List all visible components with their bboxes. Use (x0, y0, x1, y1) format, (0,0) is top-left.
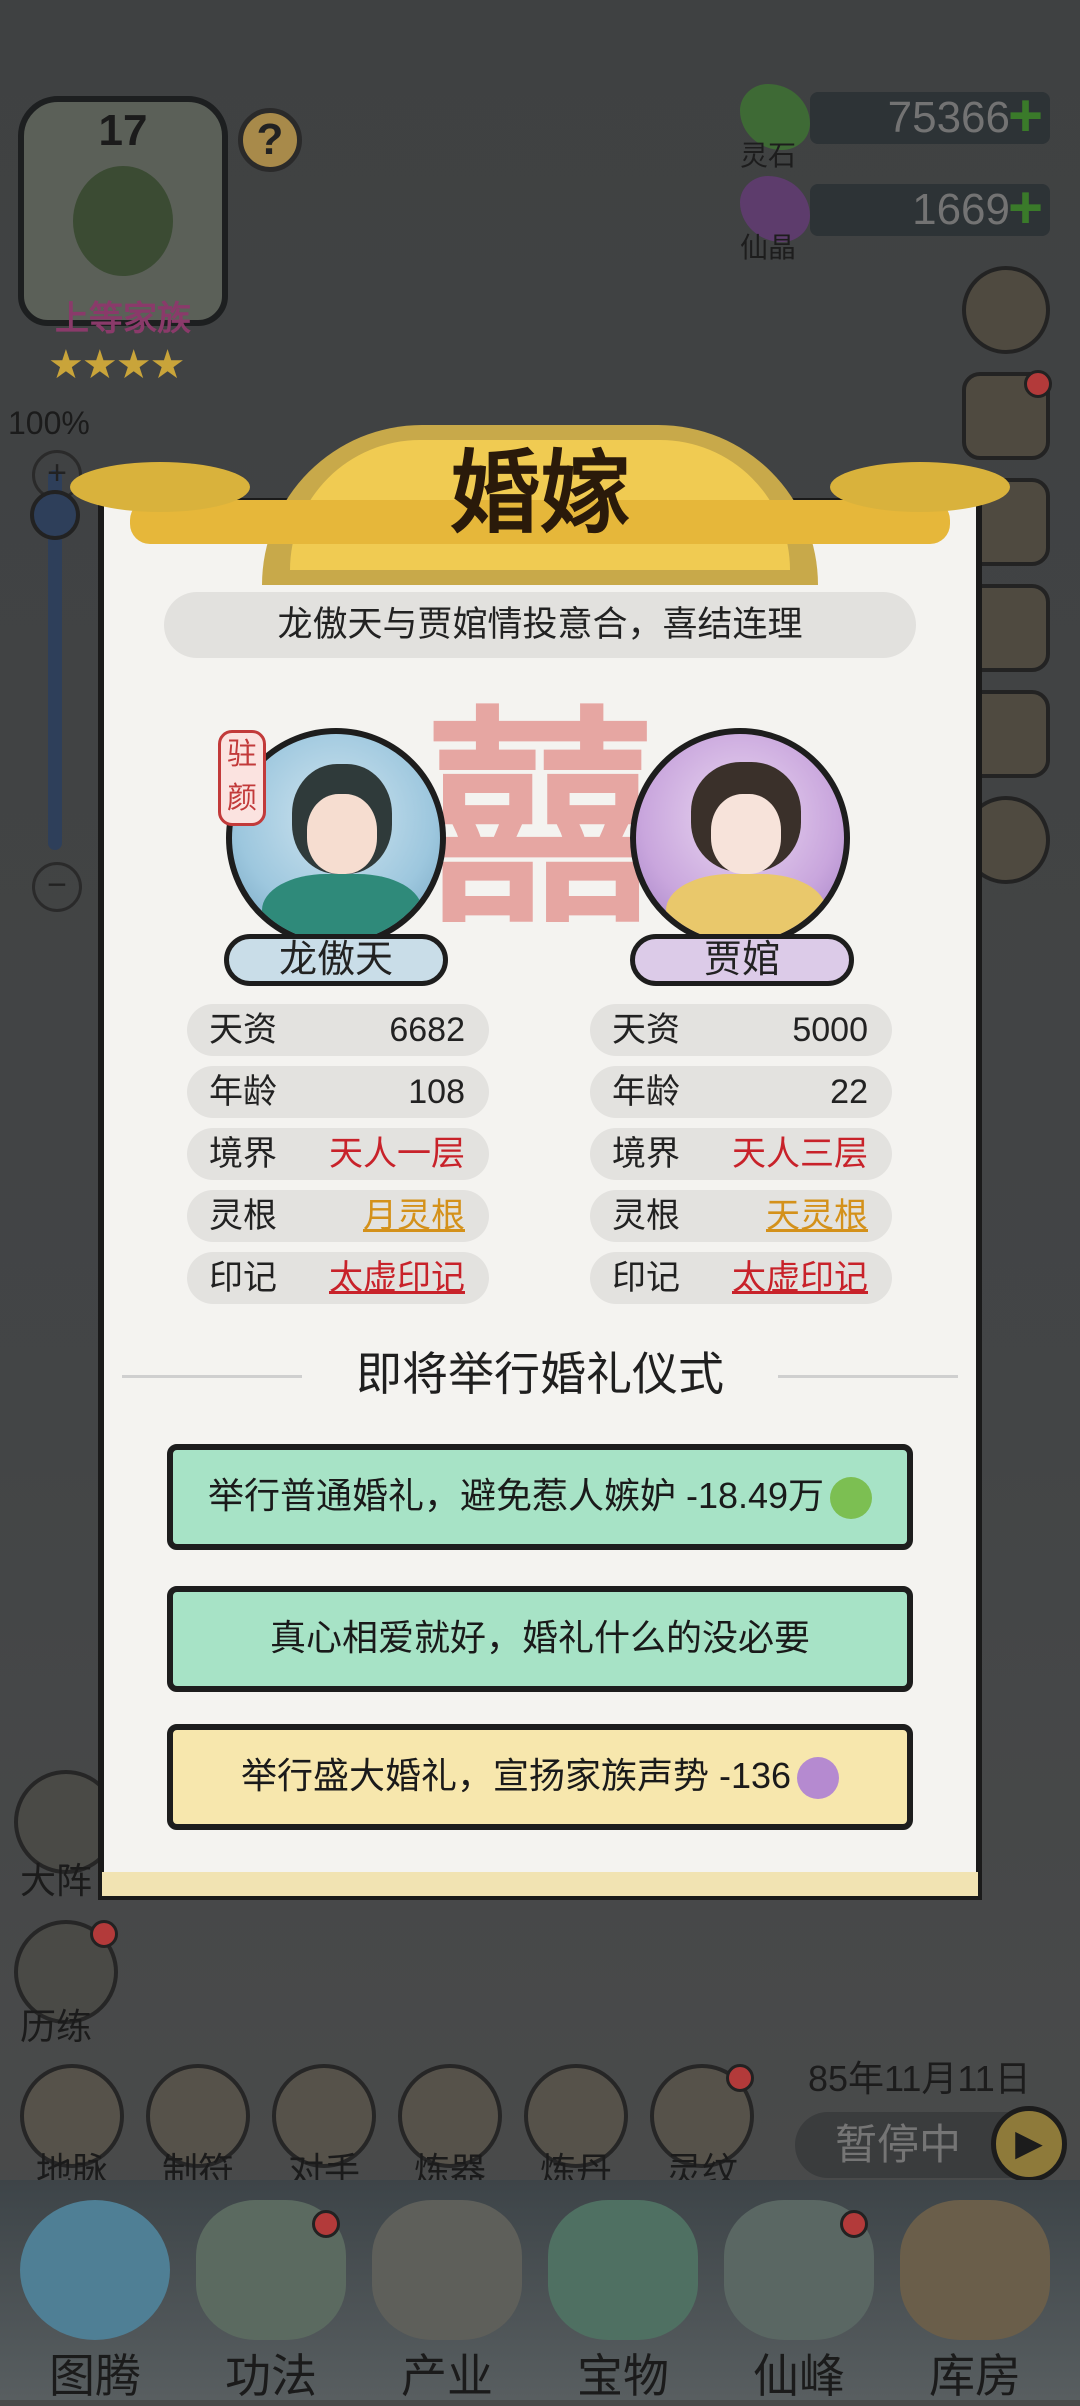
scroll-icon[interactable] (962, 370, 1052, 460)
zoom-out-button[interactable]: − (32, 862, 82, 912)
bride-stat-mark: 印记 太虚印记 (590, 1252, 892, 1304)
notification-dot (312, 2210, 340, 2238)
bride-stat-root: 灵根 天灵根 (590, 1190, 892, 1242)
resource-spirit-stone: 75366 灵石 + (740, 84, 1070, 171)
bride-portrait[interactable] (630, 728, 850, 948)
stat-value: 22 (830, 1073, 868, 1111)
trial-label: 历练 (20, 2006, 93, 2047)
dialog-footer-strip (102, 1872, 978, 1896)
dialog-subtitle: 龙傲天与贾婠情投意合，喜结连理 (277, 605, 803, 644)
bride-stat-realm: 境界 天人三层 (590, 1128, 892, 1180)
stat-key: 灵根 (612, 1197, 680, 1235)
stat-key: 灵根 (209, 1197, 277, 1235)
groom-stat-age: 年龄 108 (187, 1066, 489, 1118)
option-label: 举行盛大婚礼，宣扬家族声势 -136 (240, 1755, 792, 1796)
cloud-ornament-right (830, 462, 1010, 512)
resource-value: 75366 (887, 93, 1010, 142)
option-label: 真心相爱就好，婚礼什么的没必要 (269, 1617, 810, 1658)
grand-wedding-button[interactable]: 举行盛大婚礼，宣扬家族声势 -136 (167, 1724, 913, 1830)
stat-value: 5000 (792, 1011, 868, 1049)
stat-key: 印记 (612, 1259, 680, 1297)
dock-tab-industry[interactable]: 产业 (367, 2340, 527, 2406)
dock-tab-peak[interactable]: 仙峰 (719, 2340, 879, 2406)
stat-value: 6682 (389, 1011, 465, 1049)
spirit-stone-icon (830, 1477, 873, 1520)
settings-gear-icon[interactable] (962, 266, 1050, 354)
pause-label: 暂停中 (835, 2121, 962, 2168)
bride-stat-aptitude: 天资 5000 (590, 1004, 892, 1056)
bride-stat-age: 年龄 22 (590, 1066, 892, 1118)
spirit-root-link[interactable]: 月灵根 (363, 1190, 465, 1242)
face-shape (711, 794, 781, 874)
groom-stat-root: 灵根 月灵根 (187, 1190, 489, 1242)
array-label: 大阵 (20, 1860, 93, 1901)
stat-key: 年龄 (612, 1073, 680, 1111)
dock-tab-treasure[interactable]: 宝物 (543, 2340, 703, 2406)
skip-wedding-button[interactable]: 真心相爱就好，婚礼什么的没必要 (167, 1586, 913, 1692)
dock-tab-storehouse[interactable]: 库房 (895, 2340, 1055, 2406)
resource-immortal-crystal: 1669 仙晶 + (740, 176, 1070, 263)
stat-key: 境界 (612, 1135, 680, 1173)
game-date: 85年11月11日 (808, 2058, 1031, 2099)
option-label: 举行普通婚礼，避免惹人嫉妒 -18.49万 (207, 1475, 825, 1516)
section-title: 即将举行婚礼仪式 (356, 1348, 724, 1400)
clan-emblem[interactable]: 17 上等家族 ★★★★ (18, 96, 228, 387)
clan-level: 17 (98, 106, 148, 155)
industry-icon[interactable] (372, 2200, 522, 2340)
help-button[interactable]: ? (238, 108, 302, 172)
resource-value: 1669 (912, 185, 1010, 234)
stat-key: 天资 (209, 1011, 277, 1049)
notification-dot (1024, 370, 1052, 398)
notification-dot (726, 2064, 754, 2092)
peak-icon[interactable] (724, 2200, 874, 2340)
stat-key: 年龄 (209, 1073, 277, 1111)
dialog-title: 婚嫁 (450, 440, 630, 546)
stat-key: 天资 (612, 1011, 680, 1049)
dock-tab-technique[interactable]: 功法 (191, 2340, 351, 2406)
immortal-crystal-icon (797, 1757, 840, 1800)
normal-wedding-button[interactable]: 举行普通婚礼，避免惹人嫉妒 -18.49万 (167, 1444, 913, 1550)
resource-label: 仙晶 (740, 232, 797, 263)
notification-dot (90, 1920, 118, 1948)
beauty-seal-badge: 驻颜 (218, 730, 266, 826)
stat-key: 境界 (209, 1135, 277, 1173)
spirit-root-link[interactable]: 天灵根 (766, 1190, 868, 1242)
stat-key: 印记 (209, 1259, 277, 1297)
totem-icon[interactable] (20, 2200, 170, 2340)
face-shape (307, 794, 377, 874)
groom-stat-realm: 境界 天人一层 (187, 1128, 489, 1180)
zoom-slider-handle[interactable] (30, 490, 80, 540)
storehouse-icon[interactable] (900, 2200, 1050, 2340)
groom-stat-aptitude: 天资 6682 (187, 1004, 489, 1056)
mark-link[interactable]: 太虚印记 (732, 1252, 868, 1304)
stat-value: 天人一层 (329, 1135, 465, 1173)
notification-dot (840, 2210, 868, 2238)
mark-link[interactable]: 太虚印记 (329, 1252, 465, 1304)
clan-stars: ★★★★ (48, 343, 185, 387)
zoom-level: 100% (8, 405, 90, 441)
add-immortal-crystal-button[interactable]: + (1008, 178, 1043, 238)
tree-icon (73, 166, 173, 276)
treasure-icon[interactable] (548, 2200, 698, 2340)
pause-status[interactable]: 暂停中 ▶ (795, 2106, 1067, 2182)
clan-rank: 上等家族 (55, 300, 191, 338)
technique-icon[interactable] (196, 2200, 346, 2340)
groom-name: 龙傲天 (224, 934, 448, 986)
dock-tab-totem[interactable]: 图腾 (15, 2340, 175, 2406)
add-spirit-stone-button[interactable]: + (1008, 86, 1043, 146)
stat-value: 天人三层 (732, 1135, 868, 1173)
cloud-ornament-left (70, 462, 250, 512)
groom-stat-mark: 印记 太虚印记 (187, 1252, 489, 1304)
bride-name: 贾婠 (630, 934, 854, 986)
resource-label: 灵石 (740, 140, 797, 171)
play-button[interactable]: ▶ (991, 2106, 1067, 2182)
stat-value: 108 (408, 1073, 465, 1111)
